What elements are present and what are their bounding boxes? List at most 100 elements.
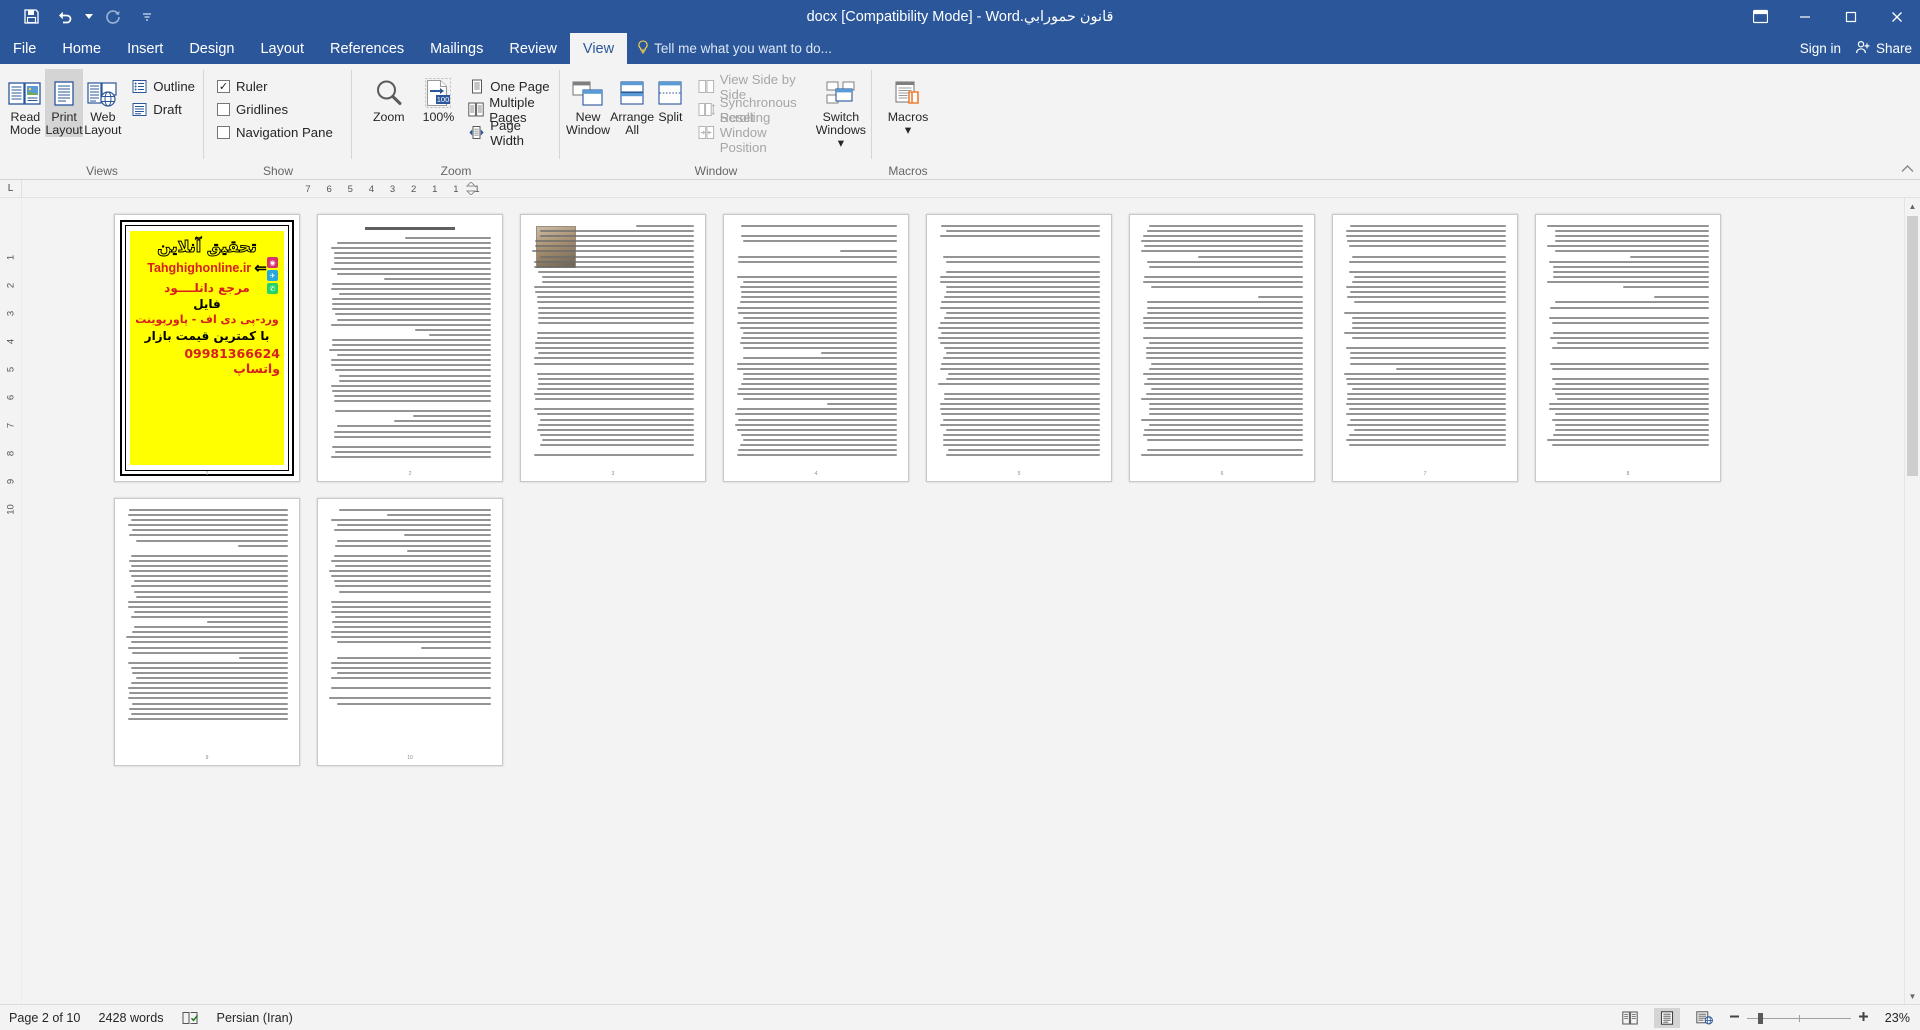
- text-line: [1344, 372, 1506, 375]
- language-indicator[interactable]: Persian (Iran): [217, 1011, 293, 1025]
- text-line: [1150, 362, 1303, 365]
- tab-view[interactable]: View: [569, 33, 628, 64]
- gridlines-checkbox[interactable]: Gridlines: [214, 98, 336, 121]
- text-line: [1147, 377, 1303, 380]
- document-page[interactable]: 8: [1535, 214, 1721, 482]
- text-line: [1350, 352, 1506, 355]
- outline-view-button[interactable]: Outline: [128, 75, 198, 98]
- navigation-pane-checkbox[interactable]: Navigation Pane: [214, 121, 336, 144]
- read-mode-view-button[interactable]: [1617, 1008, 1643, 1028]
- text-line: [946, 454, 1100, 457]
- text-line: [1345, 438, 1506, 441]
- indent-marker-icon[interactable]: [465, 181, 477, 197]
- close-button[interactable]: [1874, 0, 1920, 33]
- tab-insert[interactable]: Insert: [114, 33, 176, 64]
- switch-windows-button[interactable]: Switch Windows ▾: [816, 69, 866, 150]
- text-line: [333, 580, 491, 583]
- collapse-ribbon-icon[interactable]: [1901, 164, 1914, 176]
- page-scroll-region[interactable]: تحقیق آنلاین ◉ ✈ ✆ Tahghighonline.ir ⇐ مرجع دا…: [22, 198, 1920, 1004]
- print-layout-view-button[interactable]: [1654, 1008, 1680, 1028]
- zoom-out-button[interactable]: [1728, 1010, 1741, 1026]
- tab-layout[interactable]: Layout: [247, 33, 317, 64]
- restore-button[interactable]: [1828, 0, 1874, 33]
- text-line: [129, 692, 288, 695]
- split-button[interactable]: Split: [654, 69, 687, 124]
- sign-in-link[interactable]: Sign in: [1800, 41, 1841, 56]
- text-line: [1347, 393, 1506, 396]
- horizontal-ruler[interactable]: L 7 6 5 4 3 2 1 1 1: [0, 179, 1920, 198]
- draft-view-button[interactable]: Draft: [128, 98, 198, 121]
- text-line: [1553, 270, 1709, 273]
- zoom-100-button[interactable]: 100 100%: [414, 69, 464, 124]
- zoom-slider[interactable]: 23%: [1728, 1010, 1910, 1026]
- arrange-all-button[interactable]: Arrange All: [610, 69, 654, 137]
- text-line: [1555, 413, 1709, 416]
- zoom-slider-handle[interactable]: [1758, 1012, 1763, 1024]
- undo-dropdown-icon[interactable]: [82, 3, 96, 31]
- macros-button[interactable]: Macros ▾: [878, 69, 938, 137]
- tab-references[interactable]: References: [317, 33, 417, 64]
- ad-yellow-box: تحقیق آنلاین ◉ ✈ ✆ Tahghighonline.ir ⇐ مرجع دا…: [130, 231, 284, 465]
- redo-icon[interactable]: [96, 3, 130, 31]
- ad-website-url: Tahghighonline.ir ⇐: [147, 259, 267, 277]
- customize-quick-access-icon[interactable]: [130, 3, 164, 31]
- document-page[interactable]: 7: [1332, 214, 1518, 482]
- document-page[interactable]: 9: [114, 498, 300, 766]
- document-page[interactable]: 2: [317, 214, 503, 482]
- page-indicator[interactable]: Page 2 of 10: [9, 1011, 80, 1025]
- text-line: [535, 398, 694, 401]
- document-page[interactable]: 4: [723, 214, 909, 482]
- web-layout-button[interactable]: Web Layout: [83, 69, 122, 137]
- vertical-ruler[interactable]: 1 2 3 4 5 6 7 8 9 10: [0, 198, 22, 1004]
- text-line: [132, 529, 288, 532]
- tab-stop-selector[interactable]: L: [0, 179, 22, 198]
- window-title: قانون حمورابي.docx [Compatibility Mode] …: [806, 8, 1114, 25]
- zoom-level[interactable]: 23%: [1876, 1011, 1910, 1025]
- document-page[interactable]: 5: [926, 214, 1112, 482]
- text-line: [405, 596, 491, 598]
- share-button[interactable]: Share: [1855, 40, 1912, 58]
- zoom-in-button[interactable]: [1857, 1010, 1870, 1026]
- print-layout-button[interactable]: Print Layout: [44, 69, 84, 137]
- page-width-button[interactable]: Page Width: [465, 118, 554, 148]
- tell-me-search[interactable]: Tell me what you want to do...: [627, 33, 842, 64]
- document-page[interactable]: 6: [1129, 214, 1315, 482]
- vertical-scrollbar[interactable]: ▲ ▼: [1904, 198, 1920, 1004]
- word-count[interactable]: 2428 words: [98, 1011, 163, 1025]
- save-icon[interactable]: [14, 3, 48, 31]
- read-mode-icon: [8, 73, 42, 109]
- reset-window-position-button[interactable]: Reset Window Position: [695, 110, 806, 155]
- document-page[interactable]: 10: [317, 498, 503, 766]
- web-layout-view-button[interactable]: [1691, 1008, 1717, 1028]
- page-number: 1: [205, 471, 209, 477]
- read-mode-button[interactable]: Read Mode: [6, 69, 45, 137]
- proofing-icon[interactable]: [182, 1011, 199, 1025]
- text-line: [743, 438, 897, 441]
- text-line: [941, 362, 1100, 365]
- tab-design[interactable]: Design: [176, 33, 247, 64]
- zoom-slider-track[interactable]: [1747, 1012, 1851, 1024]
- ad-inner-frame: تحقیق آنلاین ◉ ✈ ✆ Tahghighonline.ir ⇐ مرجع دا…: [125, 225, 289, 471]
- text-line: [536, 331, 694, 334]
- document-page[interactable]: تحقیق آنلاین ◉ ✈ ✆ Tahghighonline.ir ⇐ مرجع دا…: [114, 214, 300, 482]
- document-page[interactable]: 3: [520, 214, 706, 482]
- minimize-button[interactable]: [1782, 0, 1828, 33]
- tab-mailings[interactable]: Mailings: [417, 33, 496, 64]
- text-line: [1550, 306, 1709, 309]
- undo-icon[interactable]: [48, 3, 82, 31]
- new-window-button[interactable]: New Window: [566, 69, 610, 137]
- scrollbar-thumb[interactable]: [1907, 216, 1918, 476]
- ribbon-display-options-icon[interactable]: [1738, 0, 1782, 33]
- text-line: [739, 301, 897, 304]
- scroll-down-icon[interactable]: ▼: [1905, 988, 1920, 1004]
- text-line: [1149, 265, 1303, 268]
- text-line: [332, 605, 491, 608]
- text-line: [130, 641, 288, 644]
- ruler-checkbox[interactable]: ✓ Ruler: [214, 75, 336, 98]
- tab-file[interactable]: File: [0, 33, 50, 64]
- tab-home[interactable]: Home: [49, 33, 114, 64]
- tab-review[interactable]: Review: [496, 33, 570, 64]
- text-line: [333, 554, 491, 557]
- scroll-up-icon[interactable]: ▲: [1905, 198, 1920, 214]
- zoom-button[interactable]: Zoom: [364, 69, 414, 124]
